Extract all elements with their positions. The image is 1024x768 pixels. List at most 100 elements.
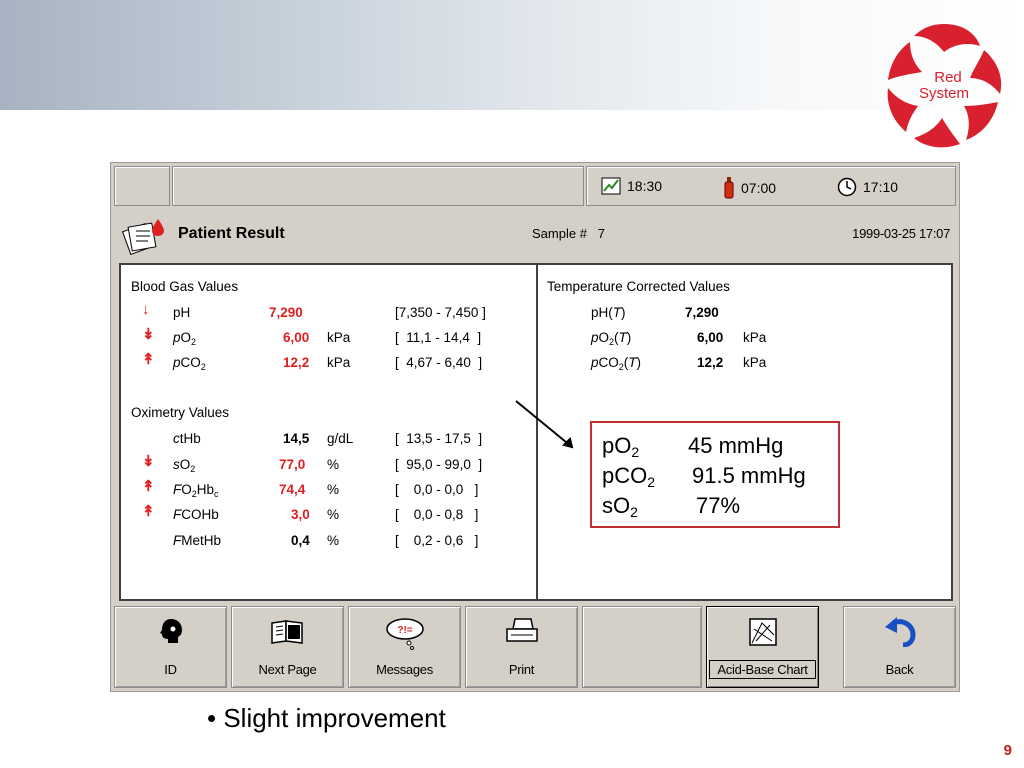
range-text: 0,2 - 0,6 — [413, 533, 464, 548]
clock-time: 17:10 — [837, 177, 898, 197]
callout-box: pO2 45 mmHg pCO2 91.5 mmHg sO2 77% — [590, 421, 840, 528]
clock-icon — [837, 177, 857, 197]
sample-time-value: 07:00 — [741, 180, 777, 196]
result-datetime: 1999-03-25 17:07 — [852, 226, 950, 241]
label-name: CO — [180, 355, 201, 370]
next-page-button-label: Next Page — [258, 662, 317, 677]
so2-label: sO2 — [173, 457, 195, 474]
book-icon — [270, 620, 303, 644]
callout-sub: 2 — [631, 444, 640, 460]
range-open: [ — [395, 330, 399, 345]
range-text: 11,1 - 14,4 — [406, 330, 470, 345]
bottom-toolbar: ID Next Page ?!= Messages Print Acid-Bas… — [114, 606, 956, 690]
callout-name: sO — [602, 493, 631, 518]
label-prefix: F — [173, 507, 182, 522]
callout-po2-value: 45 mmHg — [688, 433, 784, 458]
clock-time-value: 17:10 — [863, 179, 899, 195]
oximetry-heading: Oximetry Values — [131, 405, 230, 420]
next-page-button[interactable]: Next Page — [231, 606, 344, 688]
status-cell-times: 18:30 07:00 17:10 — [586, 166, 956, 206]
range-text: 0,0 - 0,8 — [413, 507, 464, 522]
back-button-label: Back — [885, 662, 914, 677]
label-name: COHb — [181, 507, 219, 522]
pco2-unit: kPa — [327, 355, 351, 370]
label-sub: 2 — [190, 464, 196, 474]
fcohb-unit: % — [327, 507, 340, 522]
id-button-label: ID — [164, 662, 177, 677]
label-prefix: c — [173, 431, 180, 446]
range-text: 13,5 - 17,5 — [406, 431, 471, 446]
range-open: [ — [395, 482, 399, 497]
print-button[interactable]: Print — [465, 606, 578, 688]
sample-time: 07:00 — [723, 177, 776, 199]
back-button[interactable]: Back — [843, 606, 956, 688]
po2-label: pO2 — [173, 330, 196, 347]
id-button[interactable]: ID — [114, 606, 227, 688]
label-sub: 2 — [200, 362, 206, 372]
messages-button-label: Messages — [376, 662, 433, 677]
fcohb-value: 3,0 — [291, 507, 310, 522]
so2-value: 77,0 — [279, 457, 306, 472]
label-suffix: Hb — [196, 482, 215, 497]
label-prefix: F — [173, 533, 182, 548]
pco2-value: 12,2 — [283, 355, 310, 370]
low-arrow-icon: ↓ — [142, 301, 150, 318]
label-prefix: F — [173, 482, 182, 497]
po2-range: [ 11,1 - 14,4 ] — [395, 330, 481, 345]
range-text: 0,0 - 0,0 — [413, 482, 464, 497]
ph-t-value: 7,290 — [685, 305, 719, 320]
acid-base-chart-icon — [748, 618, 777, 646]
callout-po2-label: pO2 — [602, 433, 639, 460]
range-open: [ — [395, 457, 399, 472]
fmethb-label: FMetHb — [173, 533, 221, 548]
label-name: MetHb — [181, 533, 222, 548]
callout-so2-label: sO2 — [602, 493, 638, 520]
cthb-label: ctHb — [173, 431, 201, 446]
ph-t-label: pH(T) — [591, 305, 626, 320]
fmethb-unit: % — [327, 533, 340, 548]
chart-time-value: 18:30 — [627, 178, 663, 194]
callout-sub: 2 — [647, 474, 656, 490]
slide-bullet: • Slight improvement — [207, 703, 446, 733]
pco2-t-unit: kPa — [743, 355, 767, 370]
double-down-arrow-icon: ↡ — [142, 326, 155, 343]
ph-value: 7,290 — [269, 305, 303, 320]
label-name: O — [179, 457, 191, 472]
ph-range: [7,350 - 7,450 ] — [395, 305, 486, 320]
range-close: ] — [474, 507, 479, 522]
sample-tube-icon — [724, 177, 734, 199]
logo-text-system: System — [919, 85, 969, 102]
pointer-arrow — [515, 400, 574, 449]
range-text: 7,350 - 7,450 — [398, 305, 479, 320]
blood-gas-heading: Blood Gas Values — [131, 279, 239, 294]
svg-text:?!=: ?!= — [397, 625, 412, 636]
page-title: Patient Result — [178, 225, 285, 242]
cthb-value: 14,5 — [283, 431, 310, 446]
label-name: tHb — [179, 431, 201, 446]
sample-label: Sample # — [532, 226, 587, 241]
cthb-range: [ 13,5 - 17,5 ] — [395, 431, 482, 446]
acid-base-chart-button-label: Acid-Base Chart — [709, 660, 816, 679]
acid-base-chart-button[interactable]: Acid-Base Chart — [706, 606, 819, 688]
double-up-arrow-icon: ↟ — [142, 503, 155, 520]
range-open: [ — [395, 431, 399, 446]
label-t: T — [628, 355, 637, 370]
callout-sub: 2 — [630, 504, 638, 520]
range-close: ] — [477, 330, 482, 345]
label-name: CO — [598, 355, 619, 370]
pco2-label: pCO2 — [173, 355, 206, 372]
fo2hbc-label: FO2Hbc — [173, 482, 219, 499]
range-close: ] — [478, 457, 483, 472]
slide-banner — [0, 0, 1024, 110]
print-button-label: Print — [508, 662, 535, 677]
po2-t-unit: kPa — [743, 330, 767, 345]
callout-so2-value: 77% — [696, 493, 741, 518]
label-name: O — [598, 330, 610, 345]
sample-number: Sample # 7 — [532, 226, 605, 241]
label-name: O — [180, 330, 192, 345]
messages-button[interactable]: ?!= Messages — [348, 606, 461, 688]
po2-t-label: pO2(T) — [591, 330, 632, 347]
label-prefix: s — [173, 457, 180, 472]
range-close: ] — [474, 482, 479, 497]
range-open: [ — [395, 507, 399, 522]
